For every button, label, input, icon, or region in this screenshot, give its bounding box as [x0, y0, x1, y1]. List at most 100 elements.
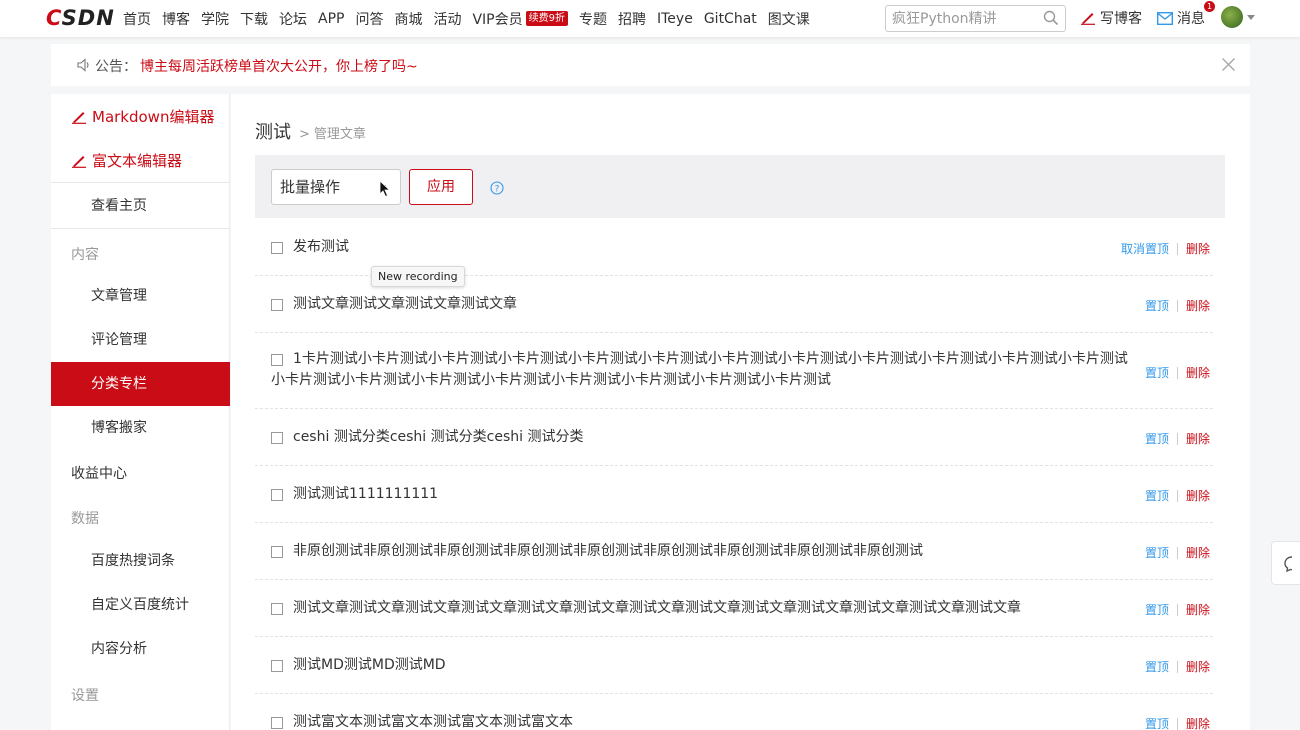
- sidebar-rich-editor[interactable]: 富文本编辑器: [71, 150, 182, 171]
- pin-link[interactable]: 置顶: [1145, 715, 1169, 730]
- delete-link[interactable]: 删除: [1186, 715, 1210, 730]
- chevron-down-icon: [380, 185, 386, 189]
- unpin-link[interactable]: 取消置顶: [1121, 240, 1169, 257]
- article-checkbox[interactable]: [271, 717, 283, 729]
- pin-link[interactable]: 置顶: [1145, 658, 1169, 675]
- delete-link[interactable]: 删除: [1186, 430, 1210, 447]
- csdn-logo[interactable]: CSDN: [46, 6, 115, 30]
- sidebar-item-content-analysis[interactable]: 内容分析: [51, 627, 230, 671]
- pin-link[interactable]: 置顶: [1145, 297, 1169, 314]
- close-icon[interactable]: [1221, 57, 1236, 72]
- action-divider: [1176, 717, 1178, 730]
- nav-gitchat[interactable]: GitChat: [704, 11, 757, 27]
- delete-link[interactable]: 删除: [1186, 240, 1210, 257]
- apply-button[interactable]: 应用: [409, 169, 473, 205]
- nav-picture-course[interactable]: 图文课: [768, 9, 810, 29]
- chat-icon: [1284, 556, 1293, 573]
- article-title[interactable]: 发布测试: [293, 237, 349, 258]
- sidebar-item-category-column[interactable]: 分类专栏: [51, 362, 230, 406]
- breadcrumb-separator: >: [299, 127, 310, 142]
- action-divider: [1176, 489, 1178, 502]
- article-checkbox[interactable]: [271, 432, 283, 444]
- nav-mall[interactable]: 商城: [394, 9, 422, 29]
- svg-text:?: ?: [495, 184, 500, 194]
- pin-link[interactable]: 置顶: [1145, 430, 1169, 447]
- search-input[interactable]: [892, 9, 1042, 29]
- nav-forum[interactable]: 论坛: [279, 9, 307, 29]
- nav-qa[interactable]: 问答: [355, 9, 383, 29]
- sidebar-item-comment-manage[interactable]: 评论管理: [51, 318, 230, 362]
- write-blog-button[interactable]: 写博客: [1080, 8, 1142, 28]
- article-row: 测试文章测试文章测试文章测试文章测试文章测试文章测试文章测试文章测试文章测试文章…: [255, 580, 1213, 637]
- sidebar-item-article-manage[interactable]: 文章管理: [51, 274, 230, 318]
- article-row: 非原创测试非原创测试非原创测试非原创测试非原创测试非原创测试非原创测试非原创测试…: [255, 523, 1213, 580]
- sidebar-divider: [51, 182, 230, 183]
- sidebar-item-blog-move[interactable]: 博客搬家: [51, 406, 230, 450]
- article-title[interactable]: ceshi 测试分类ceshi 测试分类ceshi 测试分类: [293, 427, 583, 448]
- sidebar-item-custom-baidu-stats[interactable]: 自定义百度统计: [51, 583, 230, 627]
- nav-jobs[interactable]: 招聘: [618, 9, 646, 29]
- article-checkbox[interactable]: [271, 242, 283, 254]
- article-title[interactable]: 非原创测试非原创测试非原创测试非原创测试非原创测试非原创测试非原创测试非原创测试…: [293, 541, 923, 562]
- action-divider: [1176, 546, 1178, 559]
- article-title[interactable]: 测试文章测试文章测试文章测试文章: [293, 294, 517, 315]
- sidebar-item-revenue-center[interactable]: 收益中心: [71, 463, 127, 483]
- delete-link[interactable]: 删除: [1186, 544, 1210, 561]
- pin-link[interactable]: 置顶: [1145, 364, 1169, 381]
- article-title[interactable]: 测试测试1111111111: [293, 484, 438, 505]
- delete-link[interactable]: 删除: [1186, 487, 1210, 504]
- search-icon[interactable]: [1043, 10, 1059, 26]
- pin-link[interactable]: 置顶: [1145, 487, 1169, 504]
- article-row: 测试MD测试MD测试MD 置顶 删除: [255, 637, 1213, 694]
- pin-link[interactable]: 置顶: [1145, 544, 1169, 561]
- batch-toolbar: 批量操作 应用 ?: [255, 155, 1225, 218]
- article-title[interactable]: 测试文章测试文章测试文章测试文章测试文章测试文章测试文章测试文章测试文章测试文章…: [293, 598, 1021, 619]
- nav-events[interactable]: 活动: [433, 9, 461, 29]
- delete-link[interactable]: 删除: [1186, 297, 1210, 314]
- article-checkbox[interactable]: [271, 546, 283, 558]
- action-divider: [1176, 432, 1178, 445]
- nav-topics[interactable]: 专题: [579, 9, 607, 29]
- delete-link[interactable]: 删除: [1186, 364, 1210, 381]
- article-checkbox[interactable]: [271, 603, 283, 615]
- article-title[interactable]: 1卡片测试小卡片测试小卡片测试小卡片测试小卡片测试小卡片测试小卡片测试小卡片测试…: [271, 349, 1131, 391]
- article-checkbox[interactable]: [271, 660, 283, 672]
- help-icon[interactable]: ?: [490, 181, 504, 195]
- customer-service-widget[interactable]: [1271, 541, 1300, 585]
- article-title[interactable]: 测试富文本测试富文本测试富文本测试富文本: [293, 712, 573, 730]
- nav-academy[interactable]: 学院: [201, 9, 229, 29]
- announcement-link[interactable]: 博主每周活跃榜单首次大公开，你上榜了吗~: [140, 56, 418, 76]
- action-divider: [1176, 299, 1178, 312]
- article-row: 测试测试1111111111 置顶 删除: [255, 466, 1213, 523]
- delete-link[interactable]: 删除: [1186, 601, 1210, 618]
- article-title[interactable]: 测试MD测试MD测试MD: [293, 655, 446, 676]
- breadcrumb: 测试 > 管理文章: [255, 118, 366, 144]
- nav-vip[interactable]: VIP会员 续费9折: [472, 9, 568, 29]
- messages-button[interactable]: 消息: [1157, 8, 1205, 28]
- page-title: 测试: [255, 122, 291, 143]
- nav-blog[interactable]: 博客: [162, 9, 190, 29]
- article-checkbox[interactable]: [271, 489, 283, 501]
- mail-icon: [1157, 11, 1173, 25]
- article-actions: 取消置顶 删除: [1121, 240, 1210, 257]
- rich-editor-label: 富文本编辑器: [92, 152, 183, 170]
- sidebar: Markdown编辑器 富文本编辑器 查看主页 内容 文章管理 评论管理 分类专…: [51, 94, 230, 730]
- sidebar-item-baidu-hot[interactable]: 百度热搜词条: [51, 539, 230, 583]
- avatar[interactable]: [1221, 6, 1243, 28]
- article-checkbox[interactable]: [271, 299, 283, 311]
- sidebar-markdown-editor[interactable]: Markdown编辑器: [71, 106, 214, 127]
- nav-app[interactable]: APP: [318, 11, 344, 27]
- chevron-down-icon[interactable]: [1247, 15, 1255, 20]
- action-divider: [1176, 242, 1178, 255]
- sidebar-section-content: 内容: [71, 247, 99, 263]
- main-content: 测试 > 管理文章 批量操作 应用 ? 发布测试 取消置顶 删除 测试文章测试文…: [231, 94, 1250, 730]
- nav-iteye[interactable]: ITeye: [657, 11, 693, 27]
- nav-home[interactable]: 首页: [123, 9, 151, 29]
- delete-link[interactable]: 删除: [1186, 658, 1210, 675]
- breadcrumb-manage-articles[interactable]: 管理文章: [314, 123, 366, 142]
- nav-download[interactable]: 下载: [240, 9, 268, 29]
- markdown-editor-label: Markdown编辑器: [92, 108, 215, 126]
- pin-link[interactable]: 置顶: [1145, 601, 1169, 618]
- sidebar-item-view-home[interactable]: 查看主页: [51, 184, 230, 228]
- batch-action-select[interactable]: 批量操作: [271, 169, 401, 205]
